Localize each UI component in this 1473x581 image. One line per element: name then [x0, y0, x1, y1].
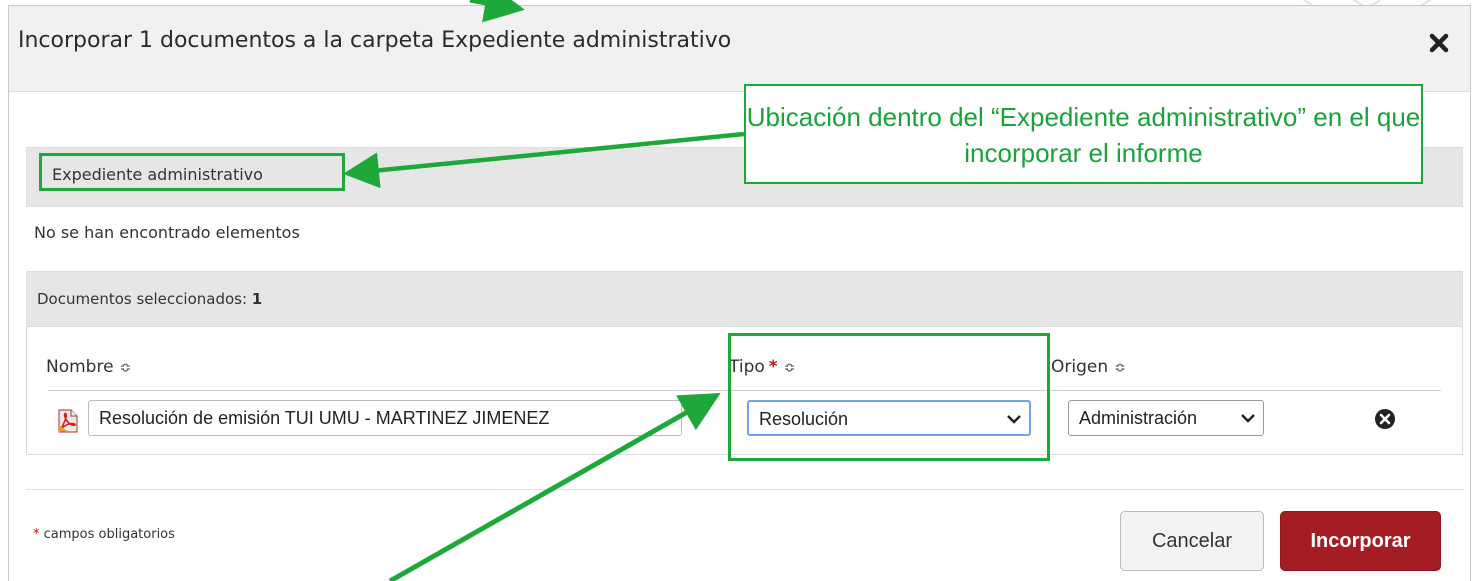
footer-divider: [26, 489, 1463, 490]
selected-documents-panel: Documentos seleccionados: 1 Nombre ≎ Tipo…: [26, 271, 1463, 455]
selected-label: Documentos seleccionados:: [37, 290, 248, 308]
origen-select-value: Administración: [1079, 408, 1198, 428]
sort-icon: ≎: [1114, 360, 1126, 376]
tipo-select-value: Resolución: [759, 409, 849, 429]
origen-select[interactable]: Administración: [1068, 400, 1264, 436]
selected-count: 1: [251, 290, 263, 308]
incorporate-button[interactable]: Incorporar: [1280, 511, 1441, 571]
required-fields-text: campos obligatorios: [43, 527, 175, 542]
chevron-down-icon: [1241, 414, 1255, 423]
required-fields-note: * campos obligatorios: [33, 527, 175, 542]
sort-icon: ≎: [119, 360, 132, 376]
column-header-divider: [48, 390, 1441, 391]
chevron-down-icon: [1007, 415, 1021, 424]
remove-circle-icon[interactable]: [1374, 408, 1396, 430]
close-icon: [1429, 33, 1449, 53]
column-header-nombre[interactable]: Nombre ≎: [46, 357, 131, 377]
selected-documents-header: Documentos seleccionados: 1: [27, 272, 1462, 327]
required-asterisk: *: [33, 527, 40, 542]
required-asterisk: *: [768, 357, 778, 377]
cancel-button[interactable]: Cancelar: [1120, 511, 1264, 571]
sort-icon: ≎: [783, 360, 796, 376]
column-label-origen: Origen: [1051, 357, 1109, 377]
dialog-header: Incorporar 1 documentos a la carpeta Exp…: [9, 6, 1470, 92]
column-header-origen[interactable]: Origen ≎: [1051, 357, 1126, 377]
tipo-select[interactable]: Resolución: [747, 400, 1031, 436]
empty-message: No se han encontrado elementos: [34, 223, 300, 242]
document-name-input[interactable]: [88, 400, 682, 436]
column-label-nombre: Nombre: [46, 357, 114, 377]
pdf-document-icon: [58, 409, 78, 433]
dialog-title: Incorporar 1 documentos a la carpeta Exp…: [18, 28, 732, 53]
selected-documents-count: Documentos seleccionados: 1: [37, 290, 262, 308]
close-button[interactable]: [1422, 26, 1456, 60]
folder-location-label[interactable]: Expediente administrativo: [39, 153, 345, 191]
column-label-tipo: Tipo: [729, 357, 765, 377]
column-header-tipo[interactable]: Tipo * ≎: [729, 357, 795, 377]
annotation-callout: Ubicación dentro del “Expediente adminis…: [744, 84, 1423, 184]
